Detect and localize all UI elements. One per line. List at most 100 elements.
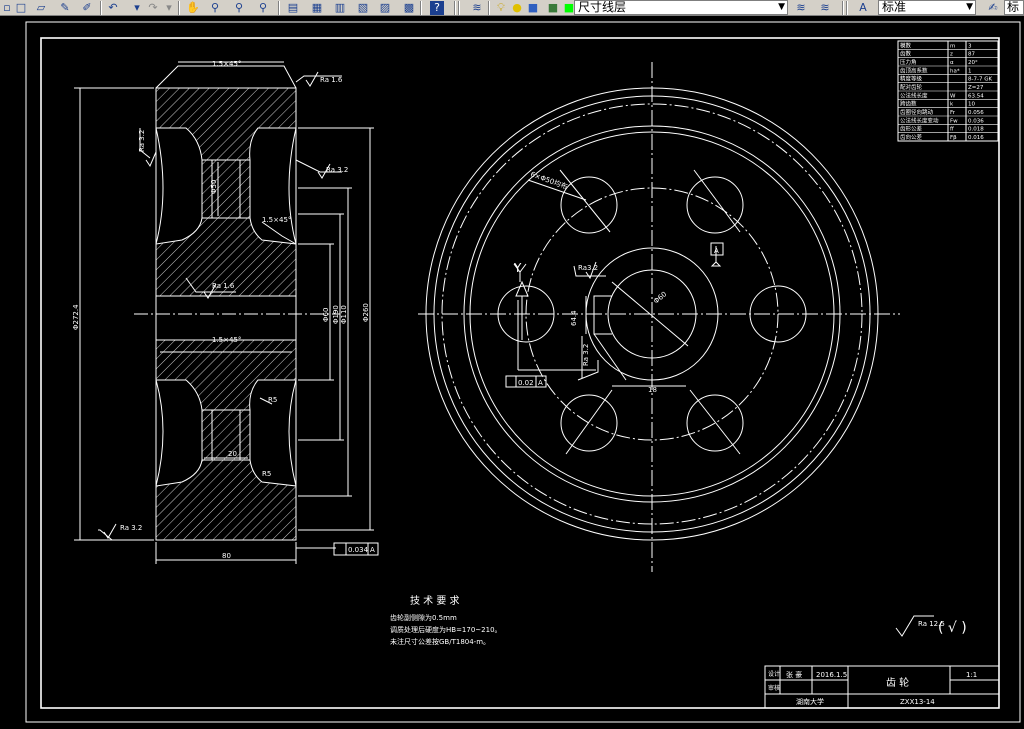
- ra-bore-label: Ra 1.6: [212, 282, 235, 290]
- zoom-previous-icon[interactable]: ⚲: [256, 1, 270, 15]
- param-cell: 齿顶高系数: [900, 66, 928, 74]
- keyway-datum-label: A: [538, 379, 543, 387]
- dia-260-label: Φ260: [362, 303, 370, 322]
- param-cell: 1: [968, 68, 972, 74]
- param-cell: 压力角: [900, 58, 917, 66]
- toolbar-separator: [488, 1, 490, 15]
- lock-icon[interactable]: ■: [526, 1, 540, 15]
- scale-value: 1:1: [966, 671, 977, 679]
- view-y-label: Y: [513, 261, 522, 275]
- markup-icon[interactable]: ▨: [378, 1, 392, 15]
- pencil-icon[interactable]: ✎: [58, 1, 72, 15]
- dia-hub-label: Φ110: [340, 305, 348, 324]
- param-cell: W: [950, 93, 956, 99]
- param-cell: 63.54: [968, 93, 984, 99]
- keyway-depth-label: 64.4: [570, 310, 578, 326]
- zoom-icon[interactable]: ⚲: [208, 1, 222, 15]
- redo-icon[interactable]: ↷: [146, 1, 160, 15]
- bore-width-label: Φ50: [210, 180, 218, 194]
- layer-previous-icon[interactable]: ≋: [818, 1, 832, 15]
- ra-key2-label: Ra 3.2: [582, 344, 590, 366]
- ra-top-label: Ra 1.6: [320, 76, 343, 84]
- chamfer-mid-label: 1.5×45°: [212, 336, 241, 344]
- param-cell: 0.018: [968, 127, 984, 133]
- part-name: 齿 轮: [886, 676, 909, 689]
- param-cell: 0.016: [968, 135, 984, 141]
- param-cell: z: [950, 52, 953, 58]
- layer-dropdown-value: 尺寸线层: [578, 0, 627, 14]
- open-icon[interactable]: □: [14, 1, 28, 15]
- title-row2-label: 审核: [768, 684, 780, 692]
- title-row1-name: 张 豪: [786, 670, 802, 679]
- param-cell: 0.056: [968, 110, 984, 116]
- help-icon[interactable]: ?: [430, 1, 444, 15]
- param-cell: k: [950, 102, 954, 108]
- chevron-down-icon: ▼: [778, 2, 785, 12]
- tech-req-line-2: 调质处理后硬度为HB=170~210。: [390, 625, 502, 634]
- pan-icon[interactable]: ✋: [186, 1, 200, 15]
- param-cell: 齿数: [900, 50, 912, 58]
- properties-icon[interactable]: ▤: [286, 1, 300, 15]
- front-view: [418, 62, 900, 572]
- toolbar-separator: [100, 1, 102, 15]
- width-total-label: 80: [222, 552, 231, 560]
- drawing-canvas[interactable]: 1.5×45° 1.5×45° 1.5×45° Ra 1.6 Ra 3.2 Ra…: [0, 16, 1024, 729]
- calculator-icon[interactable]: ▩: [402, 1, 416, 15]
- undo-dropdown-icon[interactable]: ▾: [130, 1, 144, 15]
- eraser-icon[interactable]: ✐: [80, 1, 94, 15]
- dia-bore-label: Φ60: [322, 308, 330, 322]
- roughness-note-paren: ( √ ): [938, 620, 967, 636]
- param-cell: 齿向公差: [900, 133, 923, 141]
- toolbar-separator: [278, 1, 280, 15]
- layer-dropdown[interactable]: 尺寸线层 ▼: [574, 0, 788, 15]
- new-icon[interactable]: ▫: [0, 1, 14, 15]
- lower-hatch-section: [155, 339, 297, 541]
- redo-dropdown-icon[interactable]: ▾: [162, 1, 176, 15]
- param-cell: 10: [968, 102, 975, 108]
- runout-tol-label: 0.034: [348, 546, 369, 554]
- param-cell: 齿形公差: [900, 125, 923, 133]
- ra-side-label: Ra 3.2: [138, 130, 146, 152]
- text-style-dropdown[interactable]: 标准 ▼: [878, 0, 976, 15]
- dim-style-icon[interactable]: ✍: [986, 1, 1000, 15]
- text-style-dropdown-value: 标准: [882, 0, 907, 14]
- param-cell: 20°: [968, 60, 978, 66]
- chamfer-side-label: 1.5×45°: [262, 216, 291, 224]
- param-cell: 8-7-7 GK: [968, 77, 992, 83]
- text-style-icon[interactable]: A: [856, 1, 870, 15]
- zoom-window-icon[interactable]: ⚲: [232, 1, 246, 15]
- sheet-set-icon[interactable]: ▧: [356, 1, 370, 15]
- color-swatch-icon[interactable]: ■: [546, 1, 560, 15]
- radius-label: R5: [268, 396, 277, 404]
- param-cell: 模数: [900, 41, 912, 49]
- ra-bottom-label: Ra 3.2: [120, 524, 142, 532]
- bore-dia-label: Φ60: [652, 290, 668, 305]
- title-row1-date: 2016.1.5: [816, 671, 847, 679]
- lightbulb-icon[interactable]: 💡︎: [494, 1, 508, 15]
- tool-palette-icon[interactable]: ▥: [333, 1, 347, 15]
- param-cell: Z=27: [968, 85, 984, 91]
- ra-mid-label: Ra 3.2: [326, 166, 348, 174]
- sun-icon[interactable]: ●: [510, 1, 524, 15]
- layer-manager-icon[interactable]: ≋: [470, 1, 484, 15]
- toolbar-separator: [842, 1, 844, 15]
- param-cell: 跨齿数: [900, 100, 917, 108]
- datum-a-label: A: [714, 247, 719, 255]
- design-center-icon[interactable]: ▦: [310, 1, 324, 15]
- param-cell: 87: [968, 52, 975, 58]
- tech-req-line-1: 齿轮副侧隙为0.5mm: [390, 613, 457, 622]
- param-cell: ff: [950, 127, 954, 133]
- title-row1-label: 设计: [768, 670, 780, 678]
- ra-key-label: Ra3.2: [578, 264, 598, 272]
- undo-icon[interactable]: ↶: [106, 1, 120, 15]
- param-cell: 精度等级: [900, 75, 923, 83]
- layer-state-icon[interactable]: ≋: [794, 1, 808, 15]
- dim-style-dropdown[interactable]: 标: [1004, 0, 1024, 15]
- toolbar-separator: [454, 1, 456, 15]
- drawing-number: ZXX13-14: [900, 698, 935, 706]
- param-cell: Fr: [950, 110, 956, 116]
- keyway-tol-label: 0.02: [518, 379, 534, 387]
- param-cell: ha*: [950, 68, 960, 74]
- open-folder-icon[interactable]: ▱: [34, 1, 48, 15]
- chamfer-top-label: 1.5×45°: [212, 60, 241, 68]
